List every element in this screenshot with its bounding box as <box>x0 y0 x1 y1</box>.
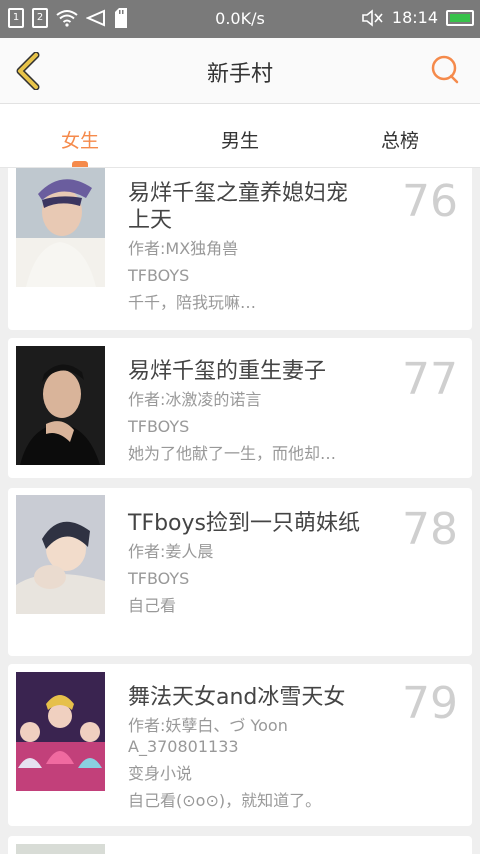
search-button[interactable] <box>430 55 460 85</box>
tab-female[interactable]: 女生 <box>0 104 160 167</box>
rank-number: 77 <box>402 354 458 405</box>
search-icon <box>431 55 459 84</box>
book-category: TFBOYS <box>128 266 190 285</box>
book-cover <box>16 346 105 465</box>
book-description: 千千，陪我玩嘛… <box>128 293 257 312</box>
book-title: 易烊千玺的重生妻子 <box>128 359 327 384</box>
app-header: 新手村 <box>0 38 480 104</box>
book-card[interactable]: 易烊千玺之童养媳妇宠上天 作者:MX独角兽 TFBOYS 千千，陪我玩嘛… 76 <box>8 168 472 330</box>
battery-icon <box>446 9 474 26</box>
category-tabs: 女生 男生 总榜 <box>0 104 480 168</box>
book-info: 易烊千玺的重生妻子 作者:冰激凌的诺言 TFBOYS 她为了他献了一生，而他却… <box>128 358 368 464</box>
page-title: 新手村 <box>206 62 273 87</box>
book-list[interactable]: 易烊千玺之童养媳妇宠上天 作者:MX独角兽 TFBOYS 千千，陪我玩嘛… 76… <box>0 168 480 854</box>
tab-indicator <box>72 161 88 167</box>
book-description: 自己看(⊙o⊙)，就知道了。 <box>128 791 322 810</box>
book-card[interactable] <box>8 836 472 854</box>
book-cover <box>16 495 105 614</box>
book-cover <box>16 844 105 854</box>
book-cover <box>16 168 105 287</box>
mute-icon <box>362 8 383 27</box>
status-bar: 1 2 0.0K/s 18:14 <box>0 0 480 38</box>
rank-number: 78 <box>402 504 458 555</box>
book-author: 作者:冰激凌的诺言 <box>128 390 262 409</box>
book-category: TFBOYS <box>128 569 190 588</box>
book-author: 作者:姜人晨 <box>128 542 214 561</box>
tab-male-label: 男生 <box>220 130 259 152</box>
clock: 18:14 <box>391 8 438 27</box>
book-info: 易烊千玺之童养媳妇宠上天 作者:MX独角兽 TFBOYS 千千，陪我玩嘛… <box>128 180 368 313</box>
book-card[interactable]: 舞法天女and冰雪天女 作者:妖孽白、づ Yoon A_370801133 变身… <box>8 664 472 826</box>
tab-female-label: 女生 <box>60 130 99 152</box>
book-info: TFboys捡到一只萌妹纸 作者:姜人晨 TFBOYS 自己看 <box>128 510 368 616</box>
book-category: TFBOYS <box>128 417 190 436</box>
tab-all[interactable]: 总榜 <box>320 104 480 167</box>
tab-all-label: 总榜 <box>380 130 419 152</box>
book-info: 舞法天女and冰雪天女 作者:妖孽白、づ Yoon A_370801133 变身… <box>128 684 368 811</box>
book-author: 作者:MX独角兽 <box>128 239 239 258</box>
book-title: TFboys捡到一只萌妹纸 <box>128 511 360 536</box>
rank-number: 79 <box>402 678 458 729</box>
book-card[interactable]: 易烊千玺的重生妻子 作者:冰激凌的诺言 TFBOYS 她为了他献了一生，而他却…… <box>8 338 472 478</box>
tab-male[interactable]: 男生 <box>160 104 320 167</box>
book-title: 易烊千玺之童养媳妇宠上天 <box>128 181 349 233</box>
book-author: 作者:妖孽白、づ Yoon A_370801133 <box>128 716 288 756</box>
book-category: 变身小说 <box>128 764 193 783</box>
book-description: 她为了他献了一生，而他却… <box>128 444 337 463</box>
rank-number: 76 <box>402 176 458 227</box>
book-description: 自己看 <box>128 596 177 615</box>
book-card[interactable]: TFboys捡到一只萌妹纸 作者:姜人晨 TFBOYS 自己看 78 <box>8 488 472 656</box>
book-title: 舞法天女and冰雪天女 <box>128 685 346 710</box>
book-cover <box>16 672 105 791</box>
